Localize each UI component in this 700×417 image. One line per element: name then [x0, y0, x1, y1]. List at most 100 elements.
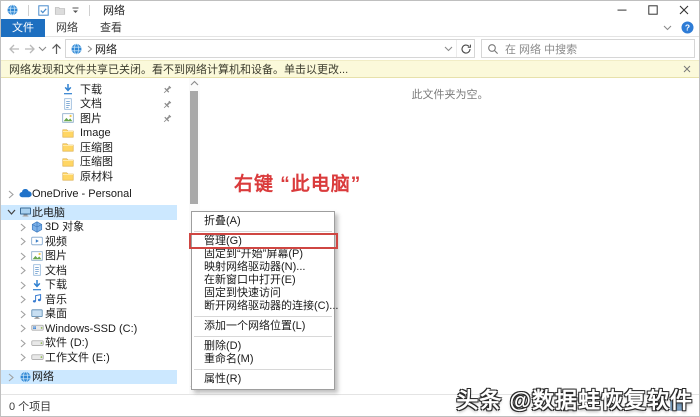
chevron-down-icon	[444, 46, 453, 52]
banner-close-button[interactable]	[683, 65, 691, 73]
cloud-icon	[19, 188, 32, 200]
sidebar-item-label: 图片	[80, 112, 102, 125]
breadcrumb[interactable]: 网络	[95, 41, 117, 57]
qat-properties-icon[interactable]	[38, 4, 49, 16]
up-button[interactable]	[48, 39, 65, 58]
address-dropdown[interactable]	[440, 46, 456, 52]
menu-separator	[194, 336, 332, 337]
menu-item-删除(D)[interactable]: 删除(D)	[193, 340, 333, 353]
sidebar-item-工作文件-(E:)[interactable]: 工作文件 (E:)	[1, 350, 177, 365]
search-input[interactable]: 在 网络 中搜索	[481, 39, 695, 58]
network-icon	[19, 371, 32, 383]
expander-right-icon[interactable]	[7, 190, 15, 199]
menu-item-断开网络驱动器的连接(C)...[interactable]: 断开网络驱动器的连接(C)...	[193, 300, 338, 313]
expander-right-icon[interactable]	[7, 373, 15, 382]
sidebar-item-label: Image	[80, 127, 111, 139]
sidebar-item-下载[interactable]: 下载	[1, 278, 177, 293]
address-bar: 网络 在 网络 中搜索	[1, 37, 699, 60]
menu-item-映射网络驱动器(N)...[interactable]: 映射网络驱动器(N)...	[193, 261, 333, 274]
expander-right-icon[interactable]	[19, 237, 27, 246]
scroll-up-icon[interactable]	[190, 80, 199, 86]
tab-网络[interactable]: 网络	[45, 19, 89, 37]
close-button[interactable]	[668, 1, 699, 19]
maximize-icon	[647, 5, 658, 15]
expander-right-icon[interactable]	[19, 353, 27, 362]
pin-icon	[162, 85, 172, 95]
expander-right-icon[interactable]	[19, 223, 27, 232]
expander-right-icon[interactable]	[19, 281, 27, 290]
menu-item-属性(R)[interactable]: 属性(R)	[193, 373, 333, 386]
scrollbar-thumb[interactable]	[190, 91, 198, 204]
divider	[89, 4, 90, 16]
sidebar-item-文档[interactable]: 文档	[1, 263, 177, 278]
back-icon	[8, 43, 21, 55]
tab-文件[interactable]: 文件	[1, 19, 45, 37]
menu-item-重命名(M)[interactable]: 重命名(M)	[193, 353, 333, 366]
sidebar-item-label: 音乐	[45, 293, 67, 306]
sidebar-item-音乐[interactable]: 音乐	[1, 292, 177, 307]
sidebar-item-label: Windows-SSD (C:)	[45, 322, 138, 335]
sidebar-item-图片[interactable]: 图片	[1, 249, 177, 264]
history-dropdown[interactable]	[37, 39, 48, 58]
sidebar-item-3D-对象[interactable]: 3D 对象	[1, 220, 177, 235]
menu-item-管理(G)[interactable]: 管理(G)	[189, 233, 338, 249]
document-icon	[31, 264, 43, 276]
music-icon	[31, 293, 43, 305]
back-button[interactable]	[7, 39, 22, 58]
menu-separator	[194, 316, 332, 317]
expander-down-icon[interactable]	[7, 208, 16, 216]
sidebar-item-下载[interactable]: 下载	[1, 82, 177, 97]
main-area: 下载 文档 图片 Image 压缩图 压缩图 原材料 OneDrive - Personal 此…	[1, 78, 699, 394]
expander-right-icon[interactable]	[19, 295, 27, 304]
search-placeholder: 在 网络 中搜索	[505, 43, 578, 56]
expander-right-icon[interactable]	[19, 266, 27, 275]
sidebar-item-label: 视频	[45, 235, 67, 248]
context-menu: 折叠(A) 管理(G) 固定到“开始”屏幕(P) 映射网络驱动器(N)... 在新窗口中…	[189, 211, 338, 390]
sidebar-item-压缩图[interactable]: 压缩图	[1, 155, 177, 170]
sidebar-item-图片[interactable]: 图片	[1, 111, 177, 126]
sidebar-item-视频[interactable]: 视频	[1, 234, 177, 249]
sidebar-item-压缩图[interactable]: 压缩图	[1, 140, 177, 155]
sidebar-item-OneDrive---Personal[interactable]: OneDrive - Personal	[1, 187, 177, 202]
sidebar-item-原材料[interactable]: 原材料	[1, 169, 177, 184]
menu-separator	[194, 231, 332, 232]
sidebar-item-此电脑[interactable]: 此电脑	[1, 205, 177, 220]
qat-customize-icon[interactable]	[71, 6, 80, 15]
minimize-button[interactable]	[606, 1, 637, 19]
picture-icon	[62, 112, 74, 124]
picture-icon	[31, 250, 43, 262]
expander-right-icon[interactable]	[19, 339, 27, 348]
menu-item-固定到“开始”屏幕(P)[interactable]: 固定到“开始”屏幕(P)	[193, 248, 333, 261]
sidebar-item-Windows-SSD-(C:)[interactable]: Windows-SSD (C:)	[1, 321, 177, 336]
download-icon	[62, 83, 74, 95]
qat-new-folder-icon[interactable]	[54, 5, 66, 16]
title-bar: 网络	[1, 1, 699, 19]
sidebar-item-label: 下载	[45, 279, 67, 291]
menu-item-添加一个网络位置(L)[interactable]: 添加一个网络位置(L)	[193, 320, 333, 333]
sidebar-item-网络[interactable]: 网络	[1, 369, 177, 384]
expander-right-icon[interactable]	[19, 310, 27, 319]
address-input[interactable]: 网络	[65, 39, 475, 58]
sidebar-item-label: 文档	[80, 98, 102, 110]
expander-right-icon[interactable]	[19, 324, 27, 333]
pin-icon	[162, 100, 172, 110]
network-discovery-banner[interactable]: 网络发现和文件共享已关闭。看不到网络计算机和设备。单击以更改...	[1, 60, 699, 78]
maximize-button[interactable]	[637, 1, 668, 19]
menu-item-固定到快速访问[interactable]: 固定到快速访问	[193, 287, 333, 300]
sidebar-item-Image[interactable]: Image	[1, 126, 177, 141]
ribbon-expand-icon[interactable]	[663, 25, 672, 31]
help-icon[interactable]: ?	[681, 21, 694, 34]
menu-item-折叠(A)[interactable]: 折叠(A)	[193, 215, 333, 228]
sidebar-item-文档[interactable]: 文档	[1, 97, 177, 112]
refresh-button[interactable]	[456, 40, 474, 57]
forward-button[interactable]	[22, 39, 37, 58]
pin-icon	[162, 114, 172, 124]
expander-right-icon[interactable]	[19, 252, 27, 261]
sidebar-item-软件-(D:)[interactable]: 软件 (D:)	[1, 336, 177, 351]
ribbon-tab-bar: 文件 网络 查看 ?	[1, 19, 699, 37]
sidebar-item-label: 压缩图	[80, 141, 113, 154]
tab-查看[interactable]: 查看	[89, 19, 133, 37]
explorer-window: 网络 文件 网络 查看 ? 网络 在 网络 中搜索 网络发现和文件共享已关闭。看…	[0, 0, 700, 417]
menu-item-在新窗口中打开(E)[interactable]: 在新窗口中打开(E)	[193, 274, 333, 287]
sidebar-item-桌面[interactable]: 桌面	[1, 307, 177, 322]
